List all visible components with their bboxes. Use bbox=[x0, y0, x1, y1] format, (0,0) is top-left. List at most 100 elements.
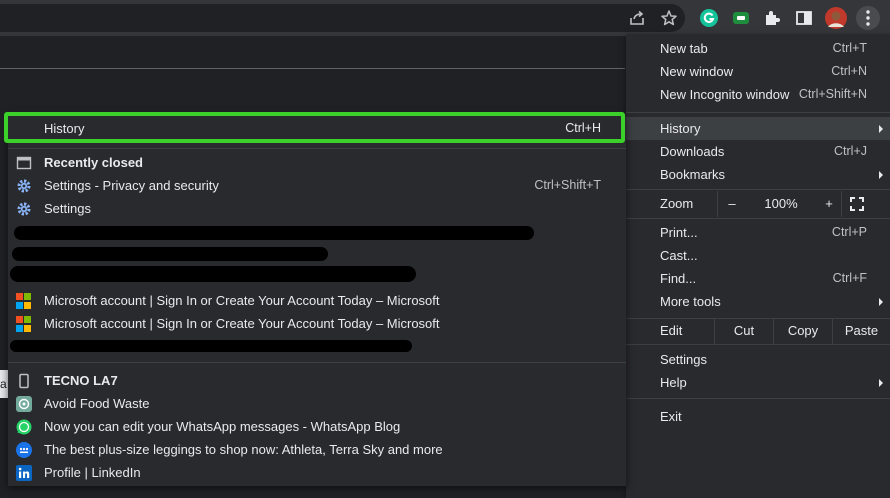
menu-label: Settings bbox=[660, 352, 707, 367]
recently-closed-label: Recently closed bbox=[44, 155, 143, 170]
history-item-label: Microsoft account | Sign In or Create Yo… bbox=[44, 293, 440, 308]
history-item-redacted[interactable] bbox=[8, 220, 626, 243]
menu-item-settings[interactable]: Settings bbox=[626, 348, 890, 371]
microsoft-logo-icon bbox=[16, 293, 32, 309]
share-icon[interactable] bbox=[625, 6, 649, 30]
microsoft-logo-icon bbox=[16, 316, 32, 332]
menu-item-exit[interactable]: Exit bbox=[626, 405, 890, 428]
address-bar[interactable] bbox=[0, 4, 685, 32]
menu-label: History bbox=[660, 121, 701, 136]
window-tab-icon bbox=[16, 156, 32, 170]
phone-icon bbox=[19, 373, 29, 389]
menu-row-edit: Edit Cut Copy Paste bbox=[626, 318, 890, 344]
zoom-level: 100% bbox=[764, 196, 798, 211]
meet-extension-icon[interactable] bbox=[729, 6, 753, 30]
submenu-arrow-icon bbox=[879, 171, 883, 179]
page-text-fragment: a bbox=[0, 370, 8, 398]
linkedin-logo-icon bbox=[16, 465, 32, 481]
zoom-out-button[interactable]: – bbox=[718, 191, 746, 217]
settings-gear-icon bbox=[17, 179, 31, 193]
device-name: TECNO LA7 bbox=[44, 373, 118, 388]
menu-item-history[interactable]: History bbox=[626, 117, 890, 140]
submenu-arrow-icon bbox=[879, 125, 883, 133]
menu-separator bbox=[8, 148, 626, 149]
menu-separator bbox=[626, 398, 890, 399]
history-item[interactable]: Settings bbox=[8, 197, 626, 220]
menu-item-new-incognito[interactable]: New Incognito window Ctrl+Shift+N bbox=[626, 83, 890, 106]
menu-separator bbox=[626, 112, 890, 113]
openai-logo-icon bbox=[16, 396, 32, 412]
device-history-item[interactable]: Avoid Food Waste bbox=[8, 392, 626, 415]
menu-item-bookmarks[interactable]: Bookmarks bbox=[626, 163, 890, 186]
device-header: TECNO LA7 bbox=[8, 369, 626, 392]
menu-item-find[interactable]: Find... Ctrl+F bbox=[626, 267, 890, 290]
browser-toolbar bbox=[0, 0, 890, 36]
history-item-label: Microsoft account | Sign In or Create Yo… bbox=[44, 316, 440, 331]
menu-label: Print... bbox=[660, 225, 698, 240]
zoom-label: Zoom bbox=[660, 196, 694, 211]
menu-label: Find... bbox=[660, 271, 697, 286]
menu-shortcut: Ctrl+N bbox=[831, 64, 867, 78]
paste-button[interactable]: Paste bbox=[832, 318, 890, 344]
menu-item-new-window[interactable]: New window Ctrl+N bbox=[626, 60, 890, 83]
redaction-bar bbox=[10, 266, 416, 282]
menu-item-more-tools[interactable]: More tools bbox=[626, 290, 890, 313]
fullscreen-icon[interactable] bbox=[850, 197, 864, 211]
menu-shortcut: Ctrl+Shift+N bbox=[798, 87, 867, 101]
submenu-arrow-icon bbox=[879, 298, 883, 306]
today-site-icon bbox=[16, 442, 32, 458]
menu-item-new-tab[interactable]: New tab Ctrl+T bbox=[626, 37, 890, 60]
menu-item-help[interactable]: Help bbox=[626, 371, 890, 394]
kebab-menu-icon[interactable] bbox=[856, 6, 880, 30]
menu-shortcut: Ctrl+F bbox=[832, 271, 867, 285]
menu-label: Cast... bbox=[660, 248, 698, 263]
device-history-item[interactable]: Now you can edit your WhatsApp messages … bbox=[8, 415, 626, 438]
highlight-annotation-box bbox=[4, 112, 625, 143]
chrome-main-menu: New tab Ctrl+T New window Ctrl+N New Incog… bbox=[626, 34, 890, 498]
menu-item-downloads[interactable]: Downloads Ctrl+J bbox=[626, 140, 890, 163]
zoom-in-button[interactable]: + bbox=[815, 191, 843, 217]
cut-button[interactable]: Cut bbox=[714, 318, 773, 344]
bookmark-star-icon[interactable] bbox=[657, 6, 681, 30]
redaction-bar bbox=[12, 247, 328, 261]
history-item-label: Avoid Food Waste bbox=[44, 396, 150, 411]
menu-label: More tools bbox=[660, 294, 721, 309]
menu-label: New window bbox=[660, 64, 733, 79]
history-item-label: Profile | LinkedIn bbox=[44, 465, 141, 480]
menu-item-cast[interactable]: Cast... bbox=[626, 244, 890, 267]
menu-shortcut: Ctrl+P bbox=[831, 225, 867, 239]
menu-separator bbox=[626, 218, 890, 219]
history-item-redacted[interactable] bbox=[8, 266, 626, 289]
history-item-label: Now you can edit your WhatsApp messages … bbox=[44, 419, 401, 434]
device-history-item[interactable]: The best plus-size leggings to shop now:… bbox=[8, 438, 626, 461]
edit-label: Edit bbox=[660, 323, 683, 338]
page-divider bbox=[0, 68, 625, 69]
submenu-arrow-icon bbox=[879, 379, 883, 387]
copy-button[interactable]: Copy bbox=[773, 318, 832, 344]
profile-avatar[interactable] bbox=[824, 6, 848, 30]
zoom-controls: – 100% + bbox=[717, 191, 842, 217]
whatsapp-logo-icon bbox=[16, 419, 32, 435]
history-submenu: History Ctrl+H Recently closed Settings -… bbox=[8, 115, 626, 486]
menu-label: Help bbox=[660, 375, 687, 390]
menu-label: Downloads bbox=[660, 144, 725, 159]
menu-label: New tab bbox=[660, 41, 708, 56]
history-item-redacted[interactable] bbox=[8, 243, 626, 266]
history-item-label: The best plus-size leggings to shop now:… bbox=[44, 442, 443, 457]
extensions-puzzle-icon[interactable] bbox=[760, 6, 784, 30]
redaction-bar bbox=[10, 340, 412, 352]
menu-label: Bookmarks bbox=[660, 167, 726, 182]
menu-item-print[interactable]: Print... Ctrl+P bbox=[626, 221, 890, 244]
history-item-redacted[interactable] bbox=[8, 335, 626, 358]
menu-label: Exit bbox=[660, 409, 682, 424]
device-history-item[interactable]: Profile | LinkedIn bbox=[8, 461, 626, 484]
menu-row-zoom: Zoom – 100% + bbox=[626, 191, 890, 217]
history-item[interactable]: Microsoft account | Sign In or Create Yo… bbox=[8, 289, 626, 312]
menu-separator bbox=[8, 362, 626, 363]
history-item[interactable]: Settings - Privacy and security Ctrl+Shi… bbox=[8, 174, 626, 197]
side-panel-icon[interactable] bbox=[792, 6, 816, 30]
history-item-label: Settings bbox=[44, 201, 91, 216]
grammarly-extension-icon[interactable] bbox=[697, 6, 721, 30]
history-item[interactable]: Microsoft account | Sign In or Create Yo… bbox=[8, 312, 626, 335]
history-item-label: Settings - Privacy and security bbox=[44, 178, 219, 193]
